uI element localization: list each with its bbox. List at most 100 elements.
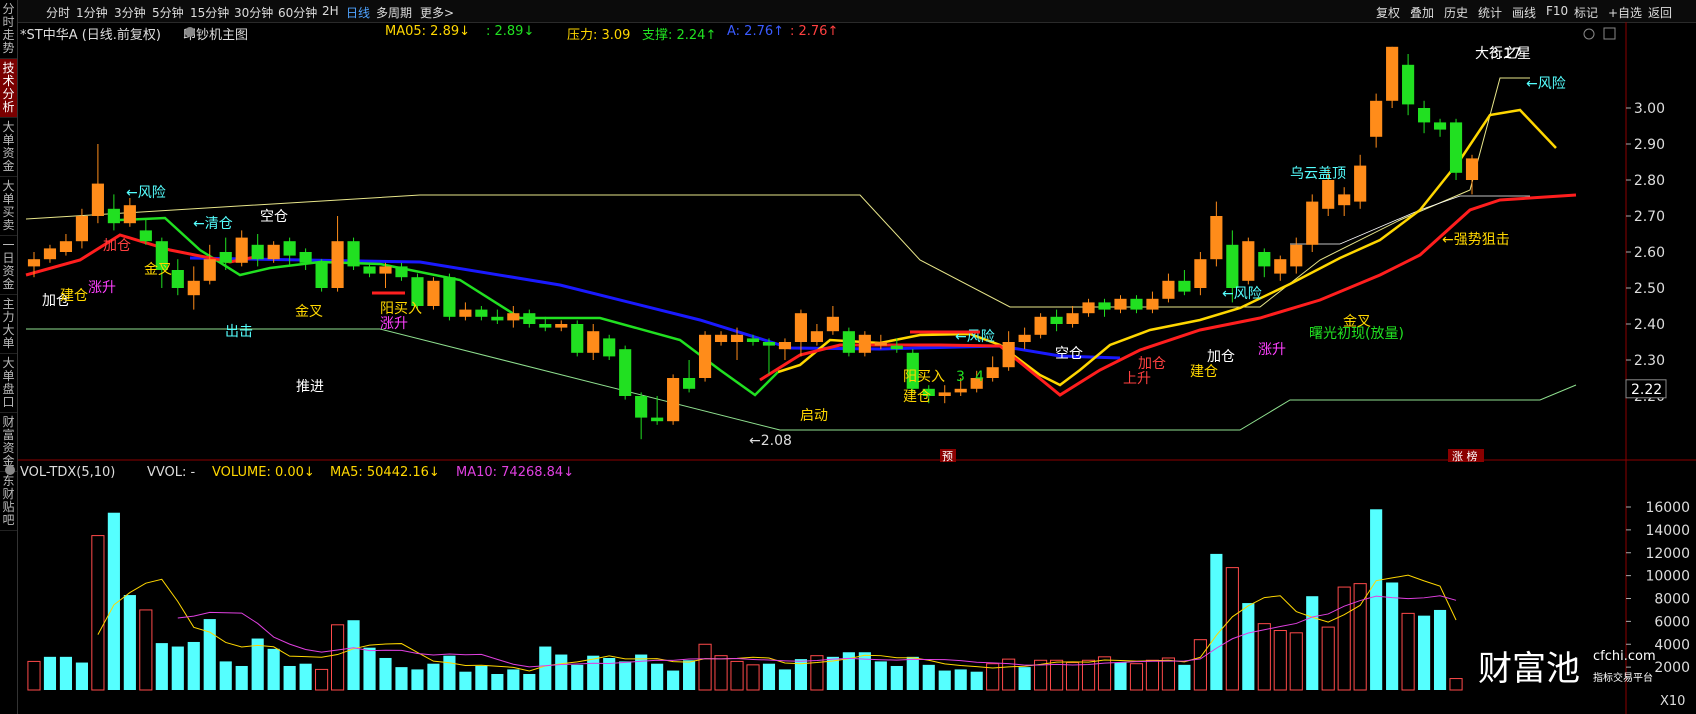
price-tick-label: 2.60 — [1634, 245, 1665, 261]
candle-body — [43, 248, 57, 260]
volume-bar — [651, 663, 664, 690]
kline-chart[interactable]: 3.002.902.802.702.602.502.402.302.202.22… — [0, 0, 1696, 714]
price-tick-label: 3.00 — [1634, 101, 1665, 117]
volume-bar — [1145, 659, 1160, 691]
candle-body — [619, 349, 632, 396]
volume-bar — [1210, 553, 1223, 690]
volume-bar — [59, 656, 73, 690]
annotation-label: 空仓 — [260, 209, 288, 225]
volume-bar — [1161, 657, 1176, 691]
candle-body — [778, 342, 792, 350]
volume-bar — [475, 665, 488, 690]
candle-body — [1034, 316, 1047, 335]
candle-body — [571, 324, 584, 353]
candle-body — [1418, 108, 1431, 123]
candle-body — [635, 396, 648, 418]
candle-body — [651, 417, 664, 422]
annotation-label: 涨升 — [88, 280, 116, 296]
maximize-icon — [1603, 27, 1616, 40]
volume-bar — [890, 665, 903, 690]
watermark-brand: 财富池 — [1478, 649, 1580, 689]
candle-body — [427, 280, 440, 306]
indicator-settings-icon — [185, 27, 195, 37]
volume-bar — [778, 669, 792, 690]
volume-bar — [139, 609, 153, 691]
volume-bar — [1065, 662, 1080, 691]
candle-body — [1066, 313, 1079, 324]
volume-bar — [970, 671, 983, 690]
candle-body — [986, 367, 999, 378]
volume-bar — [539, 646, 552, 690]
settings-icon — [5, 465, 15, 475]
annotation-label: 涨升 — [380, 316, 408, 332]
annotation-label: 金叉 — [1343, 314, 1371, 330]
low-price-annotation: ←2.08 — [749, 433, 792, 449]
volume-bar — [427, 663, 440, 690]
volume-bar — [1370, 509, 1383, 690]
candle-body — [347, 241, 360, 267]
volume-bar — [91, 535, 105, 691]
candle-body — [1050, 316, 1063, 324]
volume-bar — [555, 654, 568, 690]
price-tick-label: 2.90 — [1634, 137, 1665, 153]
candle-body — [75, 216, 88, 242]
candle-body — [539, 324, 552, 328]
candle-body — [890, 345, 903, 350]
candle-body — [187, 280, 200, 296]
volume-bar — [363, 647, 376, 690]
vol-tick-label: 14000 — [1645, 523, 1690, 539]
volume-bar — [1306, 596, 1319, 690]
price-tick-label: 2.50 — [1634, 281, 1665, 297]
annotation-label: ←风险 — [1526, 76, 1566, 92]
candle-body — [842, 331, 855, 353]
candle-body — [1465, 158, 1479, 180]
vol-unit-label: X10 — [1660, 694, 1685, 709]
candle-body — [667, 378, 680, 422]
candle-body — [1322, 180, 1335, 209]
volume-bar — [874, 661, 887, 690]
candle-body — [507, 313, 520, 321]
volume-bar — [1193, 639, 1207, 691]
volume-bar — [698, 643, 712, 691]
candle-body — [1290, 244, 1303, 267]
candle-body — [315, 262, 328, 288]
yu-badge: 预 — [942, 450, 953, 463]
annotation-label: 阳买入 — [903, 369, 945, 385]
candle-body — [1210, 216, 1223, 260]
annotation-label: 乌云盖顶 — [1290, 166, 1346, 182]
candle-body — [1162, 280, 1175, 299]
volume-bar — [1401, 612, 1415, 691]
volume-bar — [155, 643, 168, 690]
annotation-label: 加仓 — [1207, 349, 1235, 365]
candle-body — [1449, 122, 1463, 173]
volume-bar — [1242, 603, 1255, 690]
volume-bar — [1129, 663, 1144, 691]
candle-body — [1098, 302, 1111, 310]
volume-bar — [43, 656, 57, 690]
volume-bar — [187, 641, 200, 690]
candle-body — [1338, 194, 1351, 206]
volume-bar — [523, 673, 536, 690]
volume-bar — [219, 661, 232, 690]
candle-body — [858, 334, 871, 353]
price-tick-label: 2.80 — [1634, 173, 1665, 189]
annotation-label: 建仓 — [1190, 364, 1218, 380]
candle-body — [1274, 259, 1287, 274]
zhang-badge: 涨 榜 — [1452, 449, 1478, 463]
candle-body — [491, 316, 504, 321]
watermark-site: cfchi.com — [1593, 649, 1656, 664]
volume-bar — [330, 624, 345, 691]
candle-body — [283, 241, 296, 256]
volume-bar — [1418, 615, 1431, 690]
price-tick-label: 2.70 — [1634, 209, 1665, 225]
volume-bar — [443, 655, 456, 690]
volume-bar — [347, 620, 360, 690]
annotation-label: ←风险 — [1222, 286, 1262, 302]
volume-bar — [1337, 586, 1351, 691]
current-price-label: 2.22 — [1631, 382, 1662, 398]
volume-bar — [1289, 632, 1303, 691]
candle-body — [443, 277, 456, 317]
volume-bar — [619, 661, 632, 690]
candle-body — [1002, 342, 1015, 368]
volume-bar — [954, 669, 967, 690]
